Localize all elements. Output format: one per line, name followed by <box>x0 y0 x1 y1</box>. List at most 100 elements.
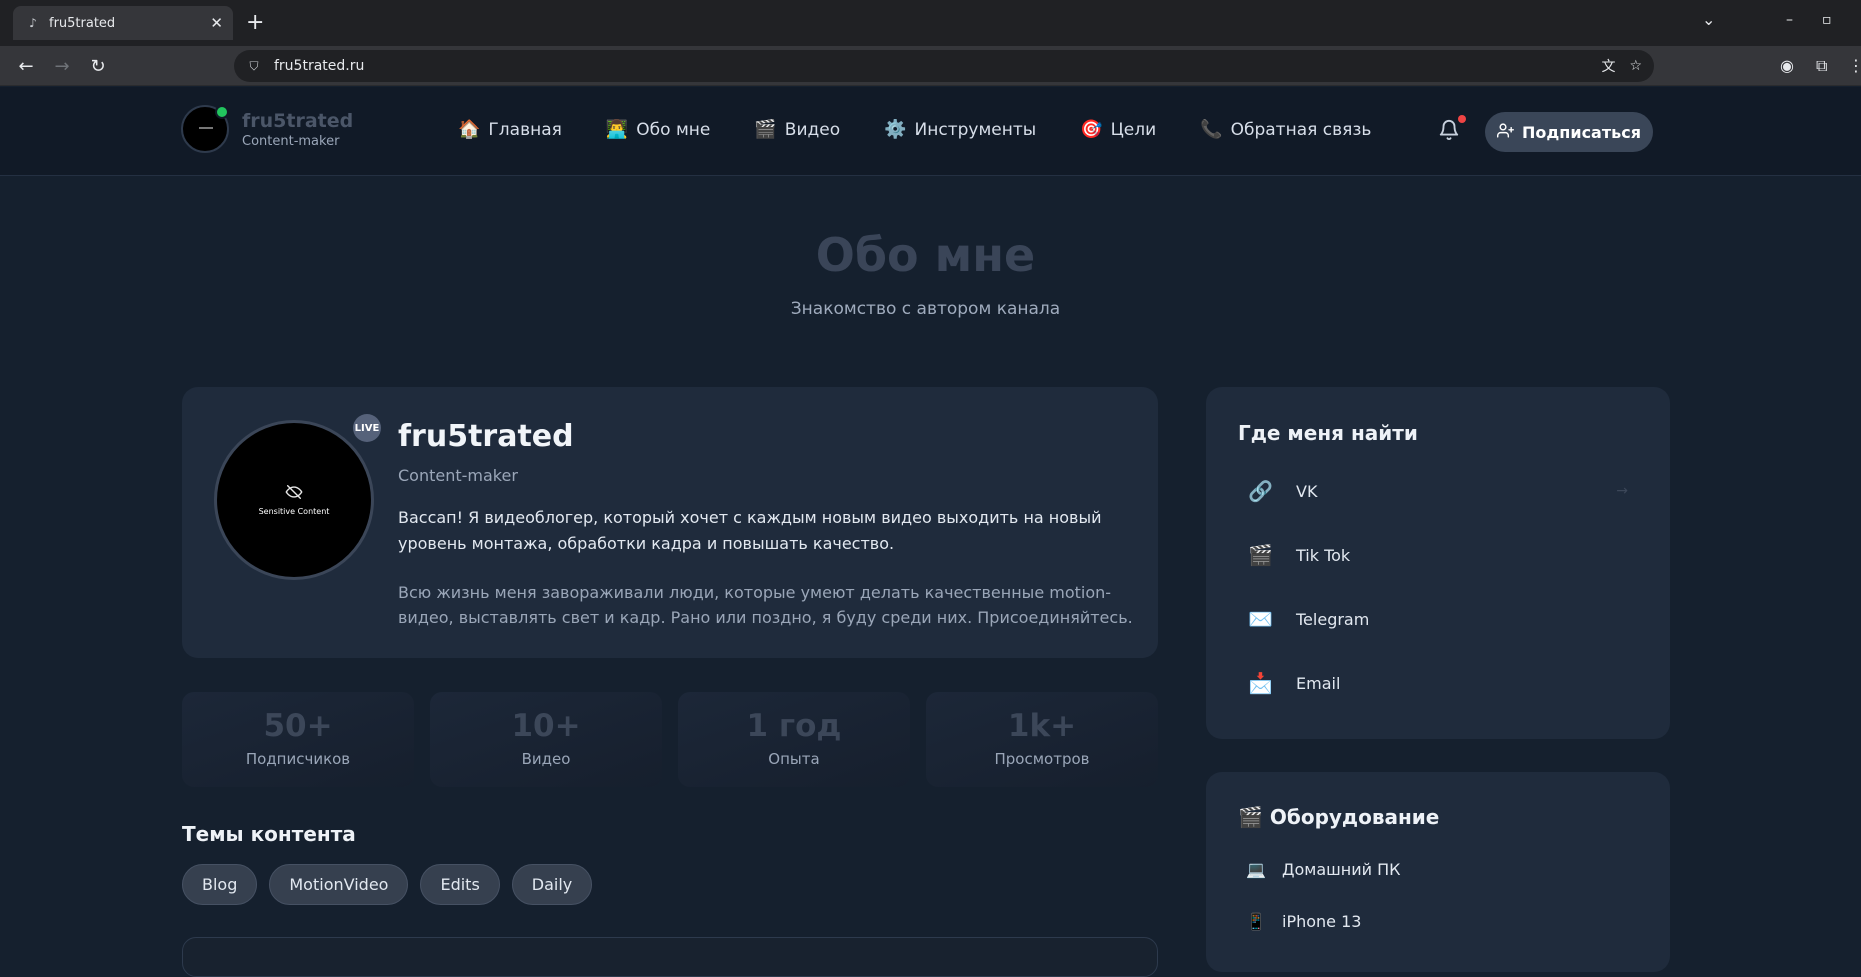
stat-card: 10+ Видео <box>430 692 662 787</box>
extensions-icon[interactable]: ⧉ <box>1816 56 1827 76</box>
back-icon[interactable]: ← <box>14 54 38 78</box>
stat-value: 1k+ <box>1007 708 1077 744</box>
social-links-card: Где меня найти 🔗 VK → 🎬 Tik Tok ✉️ Teleg… <box>1206 387 1670 739</box>
technologist-icon: 👨‍💻 <box>605 119 629 140</box>
profile-role: Content-maker <box>398 466 518 485</box>
nav-item-label: Обратная связь <box>1230 119 1372 140</box>
reload-icon[interactable]: ↻ <box>86 54 110 78</box>
stat-value: 10+ <box>511 708 581 744</box>
stat-card: 50+ Подписчиков <box>182 692 414 787</box>
profile-bio-primary: Ваccап! Я видеоблогер, который хочет с к… <box>398 508 1102 553</box>
nav-item-goals[interactable]: 🎯 Цели <box>1080 119 1156 140</box>
arrow-right-icon: → <box>1616 483 1628 499</box>
social-link-label: Email <box>1296 673 1341 693</box>
social-link-label: Telegram <box>1296 609 1370 629</box>
maximize-icon[interactable]: ▫ <box>1822 12 1832 28</box>
subscribe-button[interactable]: Подписаться <box>1485 112 1653 152</box>
logo-name: fru5trated <box>242 109 354 132</box>
nav-item-feedback[interactable]: 📞 Обратная связь <box>1200 119 1371 140</box>
profile-icon[interactable]: ◉ <box>1780 56 1794 75</box>
topics-list: Blog MotionVideo Edits Daily <box>182 864 604 905</box>
browser-tab[interactable]: ♪ fru5trated ✕ <box>13 6 233 40</box>
page-title: Обо мне <box>815 228 1036 282</box>
target-icon: 🎯 <box>1080 119 1103 140</box>
nav-item-home[interactable]: 🏠 Главная <box>458 119 562 140</box>
stat-label: Опыта <box>768 750 820 768</box>
user-plus-icon <box>1497 122 1514 143</box>
nav-item-label: Обо мне <box>636 119 711 140</box>
stat-label: Подписчиков <box>245 750 351 768</box>
notification-badge <box>1458 115 1466 123</box>
site-header: fru5trated Content-maker 🏠 Главная 👨‍💻 О… <box>0 87 1861 176</box>
stat-label: Видео <box>521 750 571 768</box>
stat-value: 1 год <box>746 708 842 744</box>
browser-tabbar: ♪ fru5trated ✕ + ⌄ – ▫ <box>0 0 1861 46</box>
notifications-bell-icon[interactable] <box>1438 115 1466 143</box>
stat-card: 1 год Опыта <box>678 692 910 787</box>
address-bar[interactable]: ⛉ fru5trated.ru 文 ☆ <box>234 50 1654 82</box>
minimize-icon[interactable]: – <box>1786 12 1793 28</box>
link-icon: 🔗 <box>1248 479 1273 503</box>
hidden-eye-icon <box>285 484 303 503</box>
equipment-card: 🎬 Оборудование 💻 Домашний ПК 📱 iPhone 13 <box>1206 772 1670 972</box>
page-subtitle: Знакомство с автором канала <box>790 299 1061 319</box>
tab-title: fru5trated <box>49 15 116 31</box>
tiktok-favicon-icon: ♪ <box>29 16 37 30</box>
social-link-vk[interactable]: 🔗 VK → <box>1226 465 1650 517</box>
equipment-heading: 🎬 Оборудование <box>1238 805 1440 829</box>
online-status-dot <box>215 105 229 119</box>
social-link-telegram[interactable]: ✉️ Telegram <box>1226 593 1650 645</box>
live-badge: LIVE <box>353 414 381 442</box>
stat-value: 50+ <box>263 708 333 744</box>
stat-card: 1k+ Просмотров <box>926 692 1158 787</box>
clapperboard-icon: 🎬 <box>1248 543 1273 567</box>
equipment-label: Домашний ПК <box>1282 860 1401 879</box>
inbox-envelope-icon: 📩 <box>1248 671 1273 695</box>
bookmark-star-icon[interactable]: ☆ <box>1629 58 1642 74</box>
topic-chip[interactable]: Edits <box>420 864 500 905</box>
house-icon: 🏠 <box>458 119 481 140</box>
url-text[interactable]: fru5trated.ru <box>274 58 1587 74</box>
site-info-icon[interactable]: ⛉ <box>246 58 262 74</box>
profile-card: Sensitive Content LIVE fru5trated Conten… <box>182 387 1158 658</box>
laptop-icon: 💻 <box>1246 860 1266 879</box>
logo-subtitle: Content-maker <box>242 133 340 149</box>
profile-avatar: Sensitive Content <box>214 420 374 580</box>
equipment-item: 📱 iPhone 13 <box>1246 912 1361 931</box>
envelope-icon: ✉️ <box>1248 607 1273 631</box>
social-link-label: Tik Tok <box>1296 545 1351 565</box>
main-nav: 🏠 Главная 👨‍💻 Обо мне 🎬 Видео ⚙️ Инструм… <box>458 119 1415 140</box>
logo-avatar <box>181 105 229 153</box>
topic-chip[interactable]: MotionVideo <box>269 864 409 905</box>
mobile-phone-icon: 📱 <box>1246 912 1266 931</box>
forward-icon[interactable]: → <box>50 54 74 78</box>
browser-toolbar: ← → ↻ ⛉ fru5trated.ru 文 ☆ ◉ ⧉ ⋮ <box>0 46 1861 86</box>
topic-chip[interactable]: Blog <box>182 864 258 905</box>
menu-icon[interactable]: ⋮ <box>1848 56 1861 75</box>
nav-item-label: Главная <box>488 119 562 140</box>
sensitive-content-label: Sensitive Content <box>258 507 330 516</box>
equipment-item: 💻 Домашний ПК <box>1246 860 1401 879</box>
social-link-email[interactable]: 📩 Email <box>1226 657 1650 709</box>
next-section-card <box>182 937 1158 977</box>
social-links-heading: Где меня найти <box>1238 421 1418 445</box>
site-logo[interactable]: fru5trated Content-maker <box>181 105 353 153</box>
new-tab-button[interactable]: + <box>246 10 264 36</box>
close-tab-icon[interactable]: ✕ <box>210 14 223 32</box>
nav-item-label: Цели <box>1110 119 1157 140</box>
social-link-label: VK <box>1296 481 1318 501</box>
stat-label: Просмотров <box>994 750 1090 768</box>
nav-item-label: Видео <box>784 119 841 140</box>
nav-item-tools[interactable]: ⚙️ Инструменты <box>884 119 1036 140</box>
equipment-label: iPhone 13 <box>1282 912 1362 931</box>
nav-item-video[interactable]: 🎬 Видео <box>754 119 840 140</box>
tab-search-icon[interactable]: ⌄ <box>1702 10 1715 29</box>
nav-item-label: Инструменты <box>914 119 1037 140</box>
translate-icon[interactable]: 文 <box>1601 56 1615 76</box>
clapperboard-icon: 🎬 <box>754 119 777 140</box>
social-link-tiktok[interactable]: 🎬 Tik Tok <box>1226 529 1650 581</box>
profile-bio-secondary: Всю жизнь меня завораживали люди, которы… <box>398 583 1133 627</box>
topic-chip[interactable]: Daily <box>511 864 593 905</box>
topics-heading: Темы контента <box>182 822 356 846</box>
nav-item-about[interactable]: 👨‍💻 Обо мне <box>606 119 711 140</box>
